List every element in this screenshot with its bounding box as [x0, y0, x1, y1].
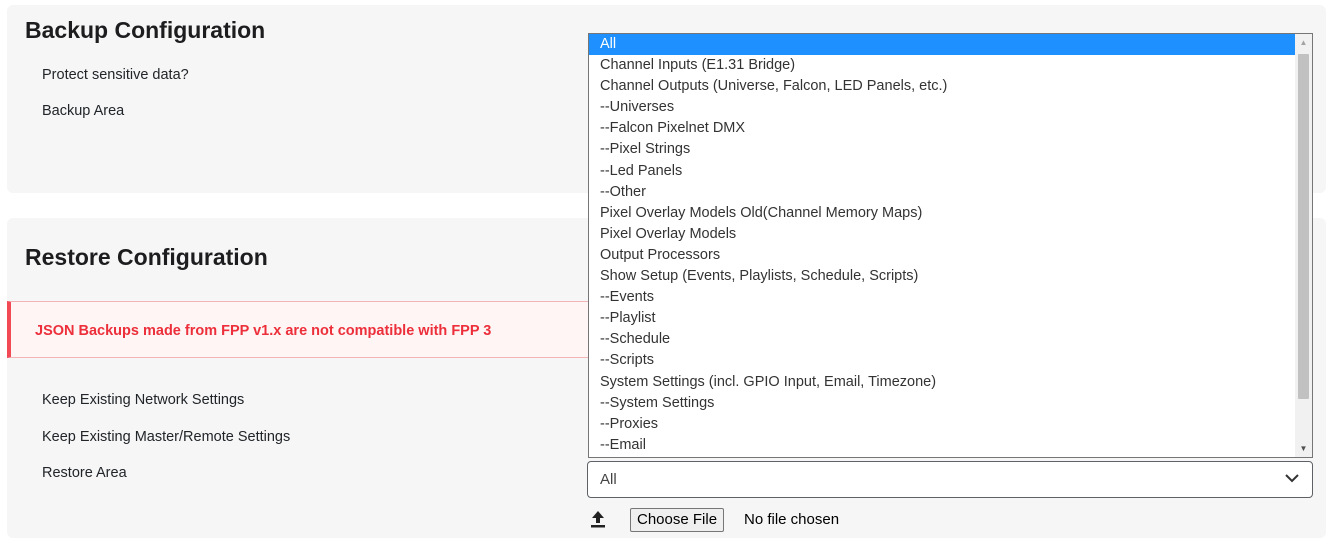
dropdown-option[interactable]: --Email — [589, 435, 1312, 456]
dropdown-option[interactable]: --Playlist — [589, 308, 1312, 329]
dropdown-option[interactable]: --Scripts — [589, 350, 1312, 371]
restore-area-dropdown-list[interactable]: All Channel Inputs (E1.31 Bridge) Channel … — [588, 33, 1313, 458]
keep-master-remote-settings-label: Keep Existing Master/Remote Settings — [42, 429, 291, 445]
dropdown-option[interactable]: --Schedule — [589, 329, 1312, 350]
choose-file-button[interactable]: Choose File — [630, 508, 725, 532]
restore-area-select[interactable]: All — [587, 461, 1313, 498]
chevron-down-icon — [1285, 474, 1299, 483]
dropdown-option[interactable]: --Proxies — [589, 414, 1312, 435]
scroll-down-arrow-icon[interactable]: ▼ — [1295, 440, 1312, 457]
backup-area-label: Backup Area — [42, 103, 125, 119]
dropdown-option[interactable]: --Universes — [589, 97, 1312, 118]
no-file-chosen-text: No file chosen — [744, 511, 840, 528]
restore-area-selected-value: All — [600, 471, 617, 488]
dropdown-option[interactable]: Pixel Overlay Models Old(Channel Memory … — [589, 203, 1312, 224]
dropdown-option[interactable]: Channel Outputs (Universe, Falcon, LED P… — [589, 76, 1312, 97]
restore-title: Restore Configuration — [25, 244, 268, 270]
dropdown-option[interactable]: All — [589, 34, 1312, 56]
protect-sensitive-data-label: Protect sensitive data? — [42, 67, 189, 83]
dropdown-option[interactable]: --Other — [589, 182, 1312, 203]
dropdown-option[interactable]: Channel Inputs (E1.31 Bridge) — [589, 55, 1312, 76]
scroll-thumb[interactable] — [1298, 54, 1309, 399]
upload-icon — [591, 511, 605, 528]
dropdown-option[interactable]: --Events — [589, 287, 1312, 308]
scroll-up-arrow-icon[interactable]: ▲ — [1295, 34, 1312, 51]
dropdown-option[interactable]: --System Settings — [589, 393, 1312, 414]
dropdown-option[interactable]: --Pixel Strings — [589, 139, 1312, 160]
dropdown-option[interactable]: Output Processors — [589, 245, 1312, 266]
dropdown-option[interactable]: Show Setup (Events, Playlists, Schedule,… — [589, 266, 1312, 287]
alert-text: JSON Backups made from FPP v1.x are not … — [35, 323, 492, 339]
dropdown-scrollbar[interactable]: ▲ ▼ — [1295, 34, 1312, 457]
restore-area-label: Restore Area — [42, 465, 127, 481]
keep-network-settings-label: Keep Existing Network Settings — [42, 392, 245, 408]
dropdown-option[interactable]: --Led Panels — [589, 161, 1312, 182]
dropdown-option[interactable]: System Settings (incl. GPIO Input, Email… — [589, 372, 1312, 393]
dropdown-option[interactable]: --Falcon Pixelnet DMX — [589, 118, 1312, 139]
backup-title: Backup Configuration — [25, 17, 266, 43]
dropdown-option[interactable]: Pixel Overlay Models — [589, 224, 1312, 245]
dropdown-options: All Channel Inputs (E1.31 Bridge) Channel … — [589, 34, 1312, 456]
